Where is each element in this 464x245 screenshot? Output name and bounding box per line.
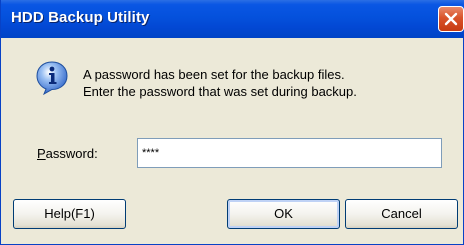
ok-button[interactable]: OK (227, 199, 340, 229)
password-input[interactable] (137, 138, 442, 168)
window-title: HDD Backup Utility (11, 9, 150, 26)
cancel-button[interactable]: Cancel (345, 199, 458, 229)
close-button[interactable] (438, 6, 464, 32)
title-bar[interactable]: HDD Backup Utility (1, 0, 464, 38)
password-label-rest: assword: (45, 146, 98, 161)
password-label-accelerator: P (37, 146, 46, 161)
message-line-2: Enter the password that was set during b… (83, 84, 357, 99)
close-icon (444, 12, 458, 26)
dialog-window: HDD Backup Utility A password has been s… (0, 0, 464, 245)
message-line-1: A password has been set for the backup f… (83, 67, 345, 82)
info-icon (36, 61, 68, 95)
message-text: A password has been set for the backup f… (83, 66, 357, 100)
password-label: Password: (37, 146, 98, 161)
help-button[interactable]: Help(F1) (13, 199, 126, 229)
